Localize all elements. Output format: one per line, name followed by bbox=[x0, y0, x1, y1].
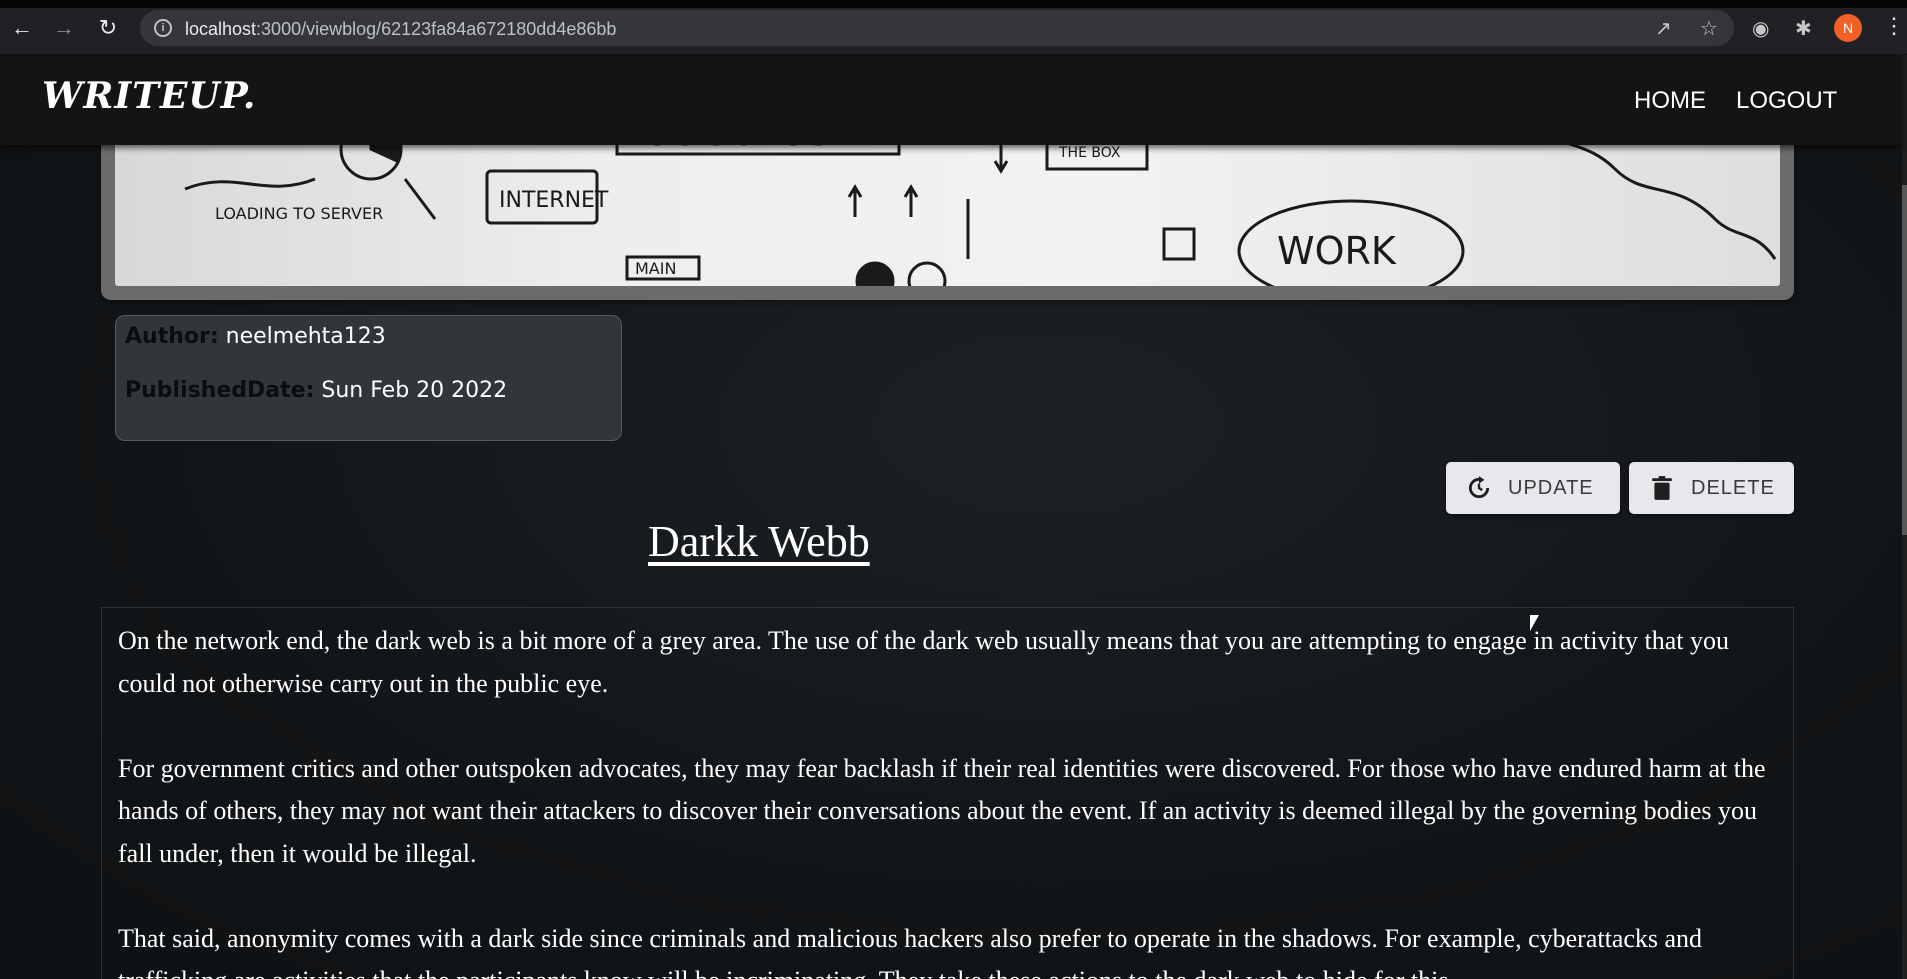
author-info-card: Author: neelmehta123 PublishedDate: Sun … bbox=[115, 315, 622, 441]
content-paragraph: That said, anonymity comes with a dark s… bbox=[118, 923, 1703, 979]
share-icon[interactable]: ↗ bbox=[1655, 16, 1672, 41]
more-vert-icon[interactable]: ⋮ bbox=[1883, 13, 1905, 39]
published-date-value: Sun Feb 20 2022 bbox=[321, 378, 508, 403]
author-label: Author: bbox=[125, 324, 219, 349]
blog-title: Darkk Webb bbox=[648, 517, 870, 566]
url-host: localhost bbox=[185, 19, 257, 39]
delete-button[interactable]: DELETE bbox=[1629, 462, 1794, 514]
published-date-row: PublishedDate: Sun Feb 20 2022 bbox=[125, 378, 507, 403]
trash-icon bbox=[1652, 476, 1672, 500]
nav-home-link[interactable]: HOME bbox=[1634, 87, 1706, 115]
sketch-work-text: WORK bbox=[1277, 229, 1397, 273]
published-date-label: PublishedDate: bbox=[125, 378, 315, 403]
tab-strip-edge bbox=[0, 0, 1907, 8]
update-label: UPDATE bbox=[1508, 476, 1594, 499]
sketch-internet-text: INTERNET bbox=[499, 188, 609, 213]
info-icon[interactable]: i bbox=[154, 19, 172, 37]
back-arrow-icon[interactable]: ← bbox=[6, 12, 38, 44]
author-name: neelmehta123 bbox=[225, 324, 386, 349]
scrollbar[interactable] bbox=[1902, 55, 1907, 979]
author-row: Author: neelmehta123 bbox=[125, 324, 386, 349]
app-header: WRITEUP. HOME LOGOUT bbox=[0, 55, 1902, 145]
update-button[interactable]: UPDATE bbox=[1446, 462, 1620, 514]
site-logo[interactable]: WRITEUP. bbox=[42, 75, 256, 117]
url-path: :3000/viewblog/62123fa84a672180dd4e86bb bbox=[256, 19, 617, 39]
nav-logout-link[interactable]: LOGOUT bbox=[1736, 87, 1837, 115]
address-bar[interactable]: i localhost:3000/viewblog/62123fa84a6721… bbox=[140, 10, 1734, 46]
content-paragraph: On the network end, the dark web is a bi… bbox=[118, 626, 1730, 698]
content-paragraph: For government critics and other outspok… bbox=[118, 753, 1766, 868]
extension-icon[interactable]: ◉ bbox=[1752, 16, 1769, 41]
blog-content: On the network end, the dark web is a bi… bbox=[101, 607, 1794, 979]
mouse-cursor bbox=[1530, 615, 1539, 631]
star-icon[interactable]: ☆ bbox=[1700, 16, 1718, 41]
reload-icon[interactable]: ↻ bbox=[92, 12, 124, 44]
puzzle-icon[interactable]: ✱ bbox=[1795, 16, 1812, 41]
forward-arrow-icon[interactable]: → bbox=[48, 12, 80, 44]
browser-toolbar: ← → ↻ i localhost:3000/viewblog/62123fa8… bbox=[0, 0, 1907, 55]
url-text[interactable]: localhost:3000/viewblog/62123fa84a672180… bbox=[185, 19, 616, 40]
page-viewport: WRITEUP. HOME LOGOUT INTERNET LOADING TO… bbox=[0, 55, 1907, 979]
sketch-main-text: MAIN bbox=[635, 259, 676, 278]
sketch-loading-text: LOADING TO SERVER bbox=[215, 204, 383, 223]
scrollbar-thumb[interactable] bbox=[1902, 185, 1907, 535]
sketch-thebox-text: THE BOX bbox=[1058, 145, 1121, 161]
refresh-icon bbox=[1468, 476, 1490, 499]
profile-avatar[interactable]: N bbox=[1834, 14, 1862, 42]
delete-label: DELETE bbox=[1691, 476, 1775, 499]
